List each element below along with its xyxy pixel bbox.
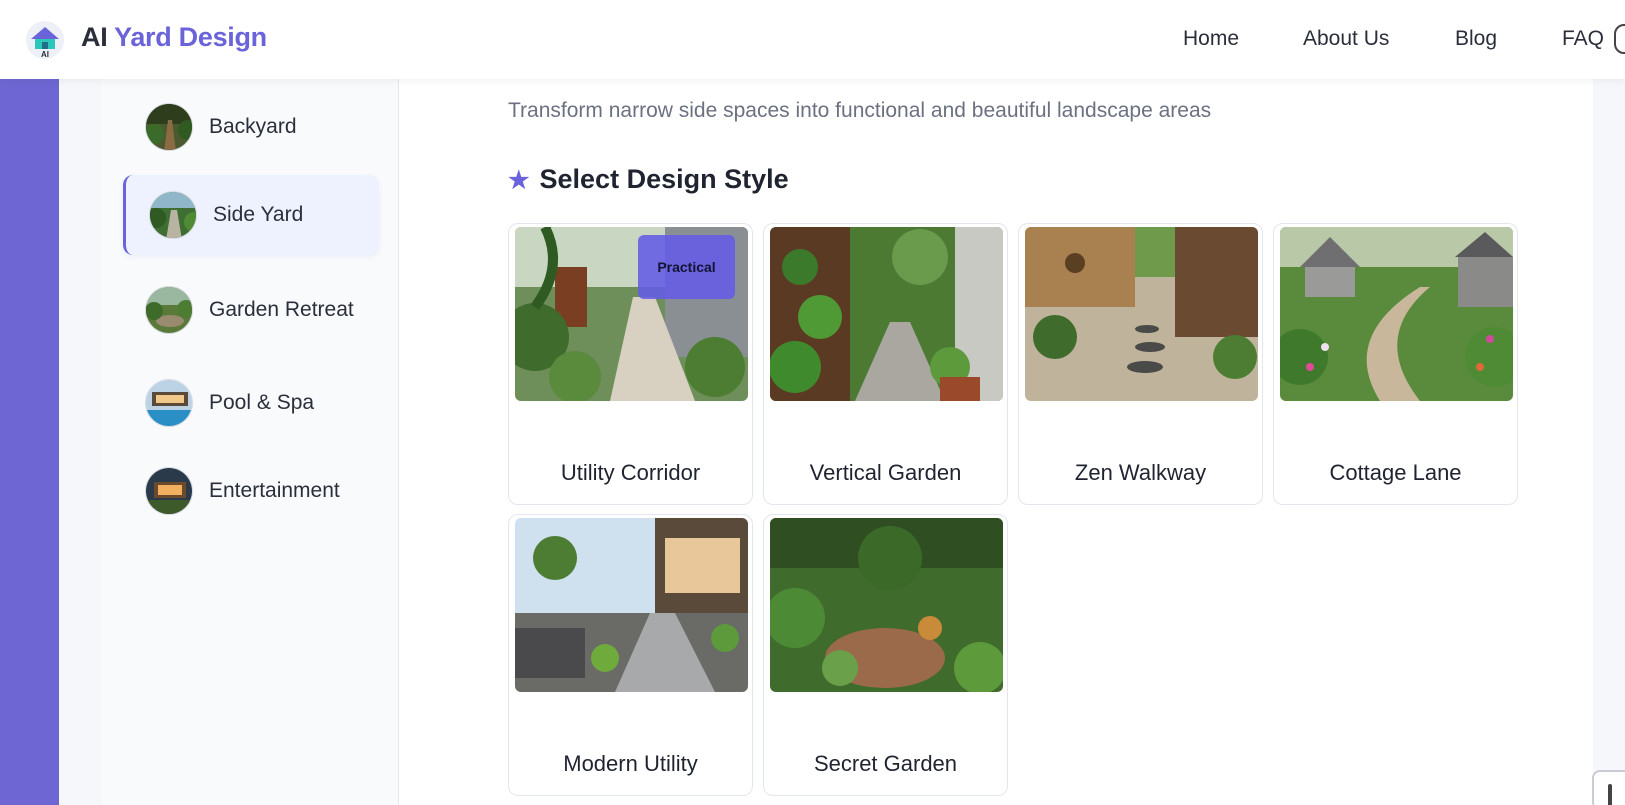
style-card-cottage-lane[interactable]: Cottage Lane — [1273, 223, 1518, 505]
style-card-label: Utility Corridor — [560, 460, 701, 485]
logo-accent: Yard Design — [114, 22, 267, 52]
right-gutter — [1593, 79, 1625, 805]
sidebar-item-garden-retreat[interactable]: Garden Retreat — [123, 267, 379, 352]
style-card-zen-walkway[interactable]: Zen Walkway — [1018, 223, 1263, 505]
nav-about-link[interactable]: About Us — [1303, 27, 1389, 51]
nav-faq-link[interactable]: FAQ — [1562, 27, 1604, 51]
style-card-secret-garden[interactable]: Secret Garden — [763, 514, 1008, 796]
style-card-label: Secret Garden — [813, 751, 958, 776]
style-card-vertical-garden[interactable]: Vertical Garden — [763, 223, 1008, 505]
category-sidebar: Backyard Side Yard Garden Retreat Pool &… — [101, 79, 399, 805]
logo-prefix: AI — [81, 22, 115, 52]
secret-garden-image — [770, 518, 1003, 692]
style-card-label: Modern Utility — [563, 751, 698, 776]
backyard-thumbnail — [145, 103, 193, 151]
top-navigation-bar: AI AI Yard Design Home About Us Blog FAQ — [0, 0, 1625, 79]
sidebar-item-pool-spa[interactable]: Pool & Spa — [123, 363, 379, 443]
practical-badge: Practical — [638, 235, 735, 299]
cottage-lane-image — [1280, 227, 1513, 401]
scroll-to-top-button[interactable] — [1592, 770, 1625, 805]
style-card-label: Cottage Lane — [1329, 460, 1462, 485]
vertical-garden-image — [770, 227, 1003, 401]
logo-badge-text: AI — [41, 50, 49, 59]
entertainment-thumbnail — [145, 467, 193, 515]
sidebar-item-label: Side Yard — [213, 203, 304, 226]
style-card-utility-corridor[interactable]: Practical Utility Corridor — [508, 223, 753, 505]
side-yard-thumbnail — [149, 191, 197, 239]
sidebar-item-side-yard[interactable]: Side Yard — [123, 175, 379, 255]
site-logo-title[interactable]: AI Yard Design — [81, 22, 267, 53]
section-heading: ★ Select Design Style — [508, 164, 789, 195]
zen-walkway-image — [1025, 227, 1258, 401]
pool-spa-thumbnail — [145, 379, 193, 427]
star-icon: ★ — [508, 167, 530, 194]
house-logo-icon[interactable]: AI — [25, 20, 65, 60]
modern-utility-image — [515, 518, 748, 692]
user-menu-icon[interactable] — [1614, 24, 1625, 54]
page-subtitle: Transform narrow side spaces into functi… — [508, 99, 1212, 122]
style-card-label: Zen Walkway — [1074, 460, 1207, 485]
sidebar-item-label: Entertainment — [209, 479, 340, 502]
section-heading-text: Select Design Style — [539, 164, 789, 194]
left-accent-strip — [0, 79, 59, 805]
sidebar-item-label: Pool & Spa — [209, 391, 315, 414]
sidebar-item-entertainment[interactable]: Entertainment — [123, 451, 379, 531]
style-card-label: Vertical Garden — [809, 460, 962, 485]
nav-home-link[interactable]: Home — [1183, 27, 1239, 51]
sidebar-item-label: Garden Retreat — [209, 297, 354, 321]
style-card-modern-utility[interactable]: Modern Utility — [508, 514, 753, 796]
sidebar-item-backyard[interactable]: Backyard — [123, 87, 379, 167]
nav-blog-link[interactable]: Blog — [1455, 27, 1497, 51]
left-gutter — [59, 79, 101, 805]
garden-retreat-thumbnail — [145, 285, 193, 334]
sidebar-item-label: Backyard — [209, 115, 297, 138]
